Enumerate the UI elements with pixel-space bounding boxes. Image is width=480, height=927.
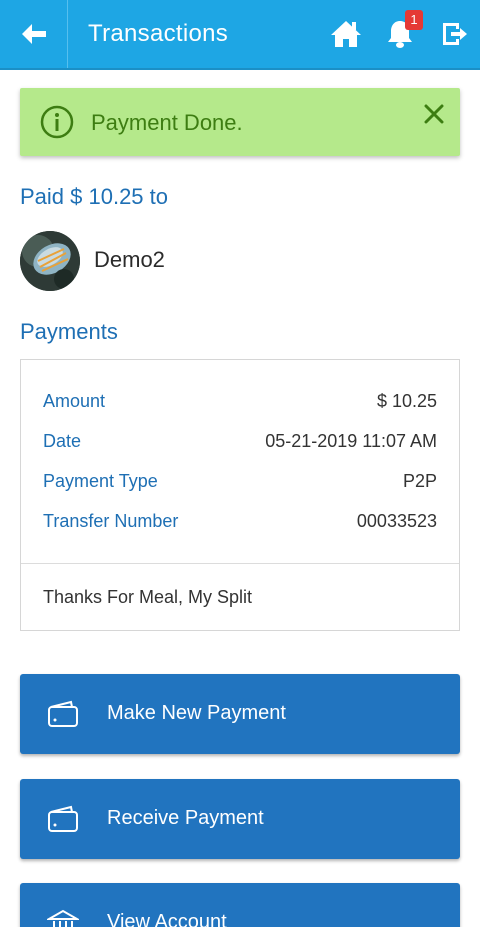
make-new-payment-button[interactable]: Make New Payment (20, 674, 460, 754)
back-button[interactable] (0, 0, 68, 68)
app-header: Transactions 1 (0, 0, 480, 70)
detail-label: Amount (43, 391, 106, 411)
detail-value: 05-21-2019 11:07 AM (265, 431, 437, 451)
detail-label: Date (43, 431, 82, 451)
close-icon (424, 104, 444, 124)
detail-row-amount: Amount $ 10.25 (43, 391, 437, 415)
payment-success-alert: Payment Done. (20, 88, 460, 156)
payee-name: Demo2 (94, 247, 165, 272)
detail-row-payment-type: Payment Type P2P (43, 471, 437, 495)
view-account-button[interactable]: View Account (20, 883, 460, 927)
bank-icon (47, 909, 79, 927)
payment-memo: Thanks For Meal, My Split (43, 587, 253, 607)
paid-amount-label: Paid $ 10.25 to (20, 184, 169, 209)
page-title: Transactions (88, 20, 229, 47)
receive-payment-button[interactable]: Receive Payment (20, 779, 460, 859)
notification-badge: 1 (405, 10, 423, 30)
button-label: View Account (107, 911, 227, 927)
detail-value: P2P (402, 471, 437, 491)
payment-details-card: Amount $ 10.25 Date 05-21-2019 11:07 AM … (20, 359, 460, 631)
home-icon (331, 21, 361, 47)
detail-label: Transfer Number (43, 511, 179, 531)
detail-row-transfer-number: Transfer Number 00033523 (43, 511, 437, 535)
wallet-icon (48, 700, 78, 727)
alert-close-button[interactable] (422, 102, 446, 126)
alert-message: Payment Done. (91, 110, 243, 135)
detail-value: $ 10.25 (376, 391, 437, 411)
button-label: Receive Payment (107, 807, 264, 829)
detail-row-date: Date 05-21-2019 11:07 AM (43, 431, 437, 455)
logout-button[interactable] (437, 17, 471, 51)
detail-label: Payment Type (43, 471, 158, 491)
avatar (20, 231, 80, 291)
card-divider (21, 563, 459, 564)
payments-section-title: Payments (20, 319, 118, 344)
back-arrow-icon (21, 24, 46, 44)
logout-icon (443, 23, 467, 45)
wallet-icon (48, 805, 78, 832)
info-icon (40, 105, 74, 139)
home-button[interactable] (329, 17, 363, 51)
detail-value: 00033523 (356, 511, 437, 531)
button-label: Make New Payment (107, 702, 286, 724)
